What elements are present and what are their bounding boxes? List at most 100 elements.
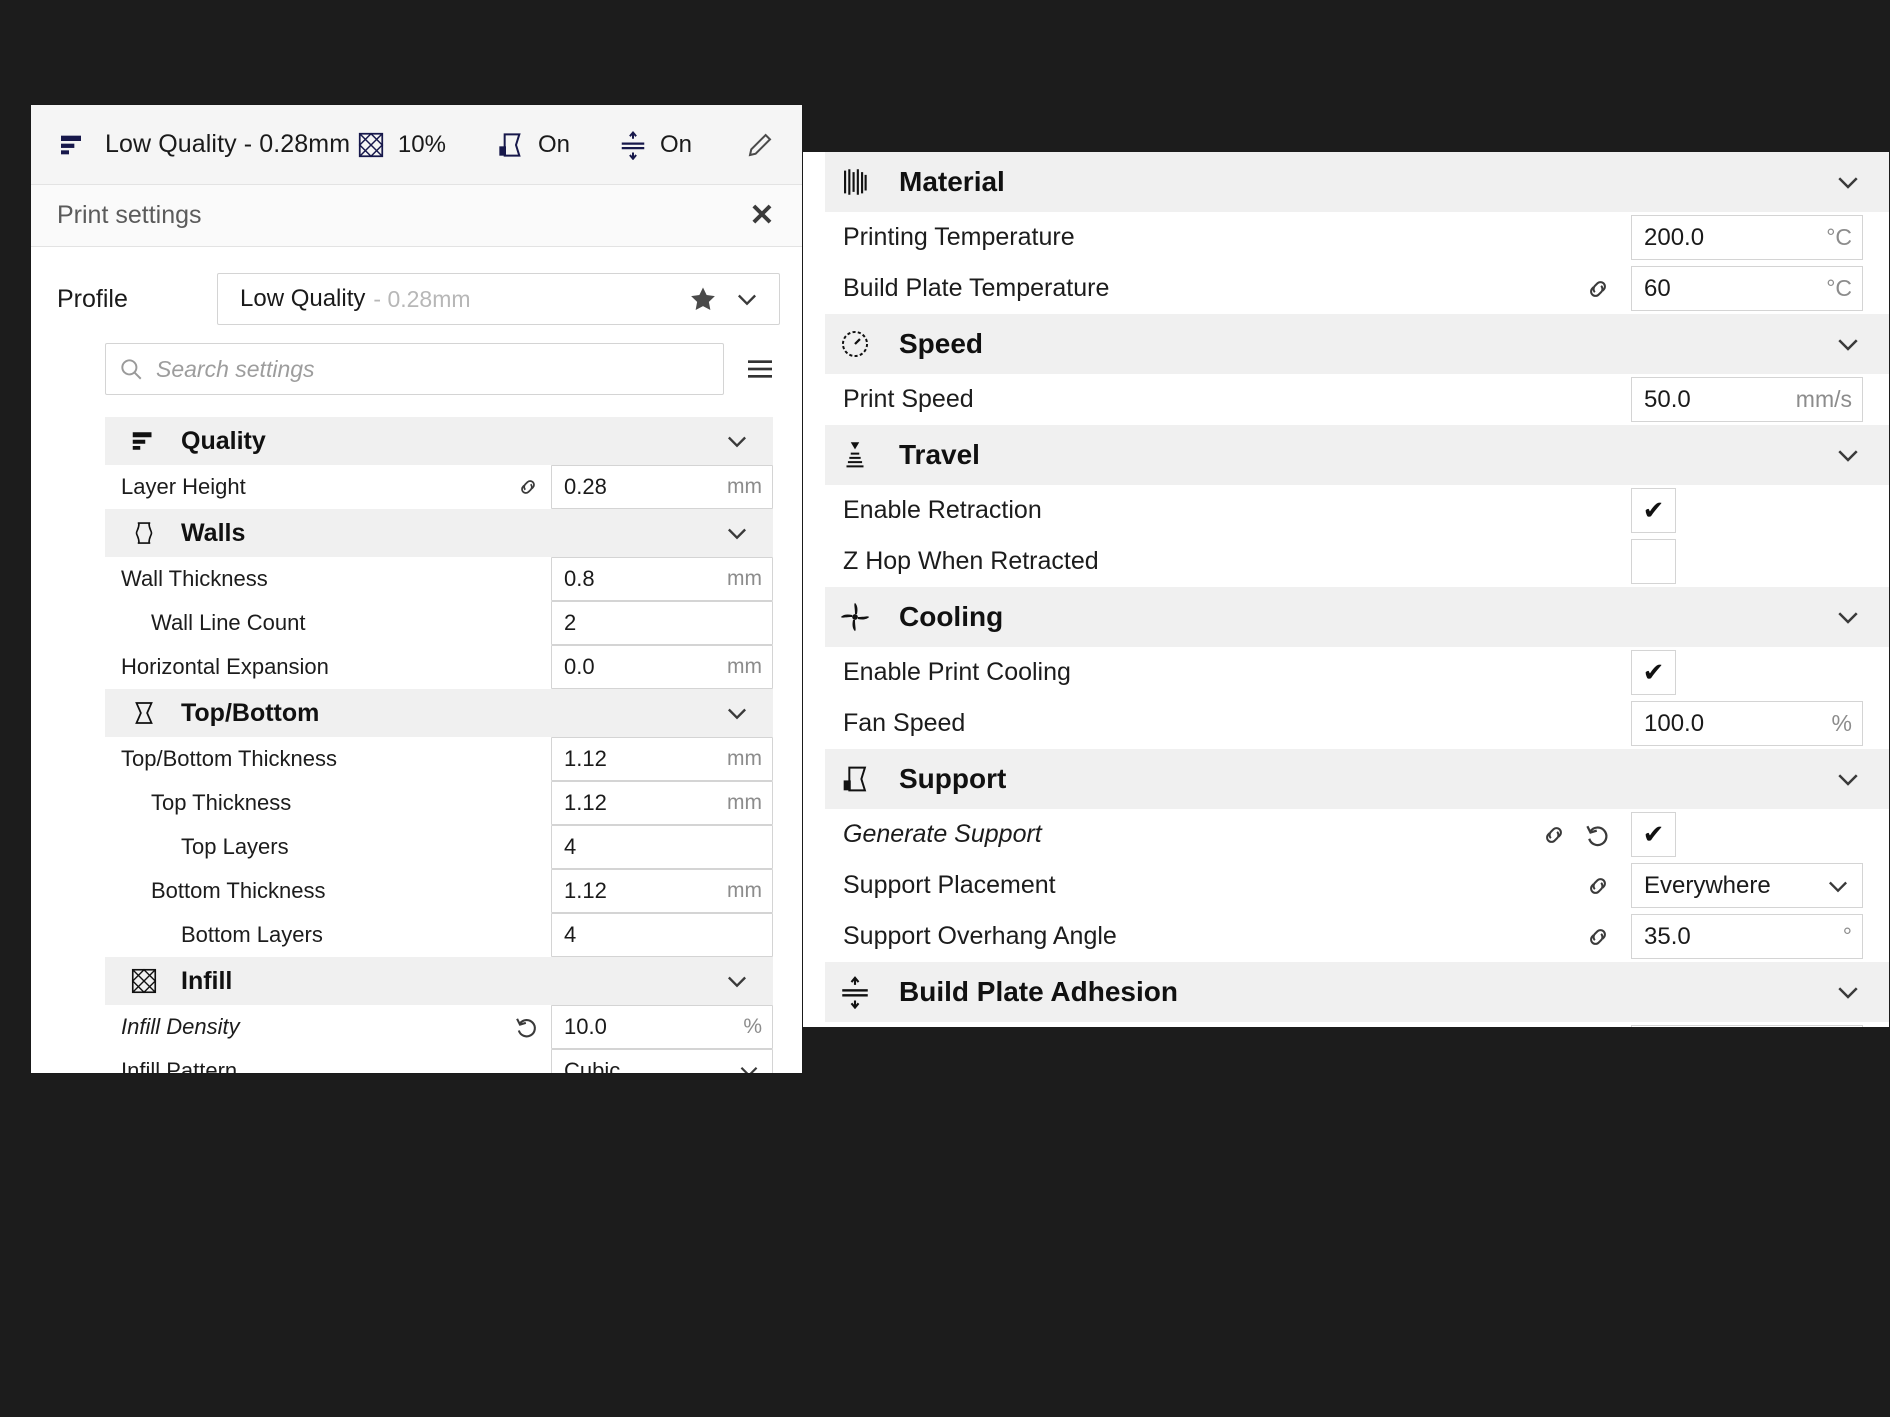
setting-unit: °C [1826, 275, 1852, 301]
setting-status-icons [515, 474, 551, 500]
setting-unit: ° [1842, 923, 1852, 949]
search-box[interactable] [105, 343, 724, 395]
setting-input[interactable]: 4 [551, 825, 773, 869]
setting-input[interactable]: 0.8 mm [551, 557, 773, 601]
setting-label: Bottom Layers [181, 922, 323, 947]
settings-category-material[interactable]: Material [825, 152, 1889, 212]
chevron-down-icon[interactable] [730, 1058, 762, 1073]
setting-value: 0.8 [564, 566, 595, 591]
setting-dropdown[interactable]: Raft [1631, 1025, 1863, 1027]
link-icon[interactable] [1583, 922, 1613, 952]
settings-category-travel[interactable]: Travel [825, 425, 1889, 485]
setting-value: 35.0 [1644, 922, 1691, 950]
chevron-down-icon [1833, 602, 1863, 632]
hamburger-menu-icon[interactable] [740, 349, 780, 389]
setting-input[interactable]: 100.0% [1631, 701, 1863, 746]
setting-checkbox[interactable]: ✔ [1631, 488, 1676, 533]
setting-checkbox[interactable]: ✔ [1631, 812, 1676, 857]
page-title: Print settings [57, 201, 202, 229]
chevron-down-icon [723, 519, 751, 547]
setting-input[interactable]: 35.0 ° [1631, 914, 1863, 959]
chevron-down-icon[interactable] [1818, 872, 1852, 900]
setting-input[interactable]: 60 °C [1631, 266, 1863, 311]
chevron-down-icon[interactable] [717, 699, 757, 727]
edit-profile-button[interactable] [740, 130, 780, 160]
settings-category-quality[interactable]: Quality [105, 417, 773, 465]
setting-input[interactable]: 1.12 mm [551, 737, 773, 781]
chevron-down-icon[interactable] [1819, 440, 1863, 470]
setting-input[interactable]: 0.0 mm [551, 645, 773, 689]
settings-category-cooling[interactable]: Cooling [825, 587, 1889, 647]
setting-input[interactable]: 4 [551, 913, 773, 957]
chevron-down-icon[interactable] [717, 427, 757, 455]
link-icon[interactable] [515, 474, 541, 500]
setting-row: Generate Support ✔ [825, 809, 1889, 860]
close-icon[interactable]: ✕ [744, 198, 780, 234]
setting-value: 1.12 [564, 878, 607, 903]
setting-row: Z Hop When Retracted [825, 536, 1889, 587]
star-icon[interactable] [681, 284, 725, 314]
setting-unit: mm [727, 475, 762, 498]
settings-category-top-bottom[interactable]: Top/Bottom [105, 689, 773, 737]
settings-category-build-plate-adhesion[interactable]: Build Plate Adhesion [825, 962, 1889, 1022]
setting-dropdown[interactable]: Cubic [551, 1049, 773, 1073]
setting-input[interactable]: 2 [551, 601, 773, 645]
chevron-down-icon [1833, 329, 1863, 359]
setting-checkbox-wrap: ✔ [1631, 650, 1863, 695]
setting-input[interactable]: 0.28 mm [551, 465, 773, 509]
profile-row: Profile Low Quality - 0.28mm [31, 247, 802, 341]
chevron-down-icon[interactable] [717, 519, 757, 547]
revert-icon[interactable] [1583, 820, 1613, 850]
link-icon[interactable] [1583, 274, 1613, 304]
setting-value: 0.28 [564, 474, 607, 499]
link-icon[interactable] [1583, 871, 1613, 901]
setting-row: Top Thickness 1.12 mm [105, 781, 773, 825]
setting-status-icons [1583, 871, 1631, 901]
settings-category-walls[interactable]: Walls [105, 509, 773, 557]
support-value: On [537, 130, 570, 158]
setting-row: Support Placement Everywhere [825, 860, 1889, 911]
profile-select[interactable]: Low Quality - 0.28mm [217, 273, 780, 325]
chevron-down-icon[interactable] [1819, 167, 1863, 197]
setting-row: Build Plate Temperature 60 °C [825, 263, 1889, 314]
setting-label: Top/Bottom Thickness [121, 746, 338, 771]
chevron-down-icon[interactable] [725, 285, 769, 313]
revert-icon[interactable] [513, 1013, 541, 1041]
settings-list: Quality Layer Height 0.28 mm Walls Wall Thick… [105, 417, 773, 1073]
chevron-down-icon [1833, 167, 1863, 197]
link-icon[interactable] [1539, 820, 1569, 850]
setting-input[interactable]: 1.12 mm [551, 869, 773, 913]
setting-status-icons [1583, 274, 1631, 304]
chevron-down-icon[interactable] [1819, 602, 1863, 632]
setting-label: Print Speed [843, 385, 974, 413]
setting-input[interactable]: 50.0 mm/s [1631, 377, 1863, 422]
quality-summary[interactable]: Low Quality - 0.28mm [57, 129, 356, 161]
chevron-down-icon[interactable] [1819, 764, 1863, 794]
setting-row: Enable Print Cooling ✔ [825, 647, 1889, 698]
setting-input[interactable]: 200.0 °C [1631, 215, 1863, 260]
setting-status-icons [1583, 922, 1631, 952]
adhesion-value: On [659, 130, 692, 158]
pencil-icon [745, 130, 775, 160]
setting-dropdown[interactable]: Everywhere [1631, 863, 1863, 908]
chevron-down-icon[interactable] [1819, 977, 1863, 1007]
setting-input[interactable]: 1.12 mm [551, 781, 773, 825]
settings-category-support[interactable]: Support [825, 749, 1889, 809]
setting-checkbox-wrap [1631, 539, 1863, 584]
setting-row: Infill Density 10.0% [105, 1005, 773, 1049]
setting-checkbox[interactable]: ✔ [1631, 650, 1676, 695]
settings-category-speed[interactable]: Speed [825, 314, 1889, 374]
setting-label: Top Thickness [151, 790, 292, 815]
settings-category-infill[interactable]: Infill [105, 957, 773, 1005]
setting-checkbox[interactable] [1631, 539, 1676, 584]
support-summary[interactable]: On [494, 129, 570, 161]
cooling-icon [838, 600, 872, 634]
setting-label: Top Layers [181, 834, 289, 859]
chevron-down-icon[interactable] [717, 967, 757, 995]
chevron-down-icon[interactable] [1819, 329, 1863, 359]
infill-summary[interactable]: 10% [356, 130, 446, 160]
setting-input[interactable]: 10.0% [551, 1005, 773, 1049]
search-input[interactable] [154, 354, 711, 384]
adhesion-summary[interactable]: On [618, 130, 692, 160]
setting-label: Fan Speed [843, 709, 966, 737]
